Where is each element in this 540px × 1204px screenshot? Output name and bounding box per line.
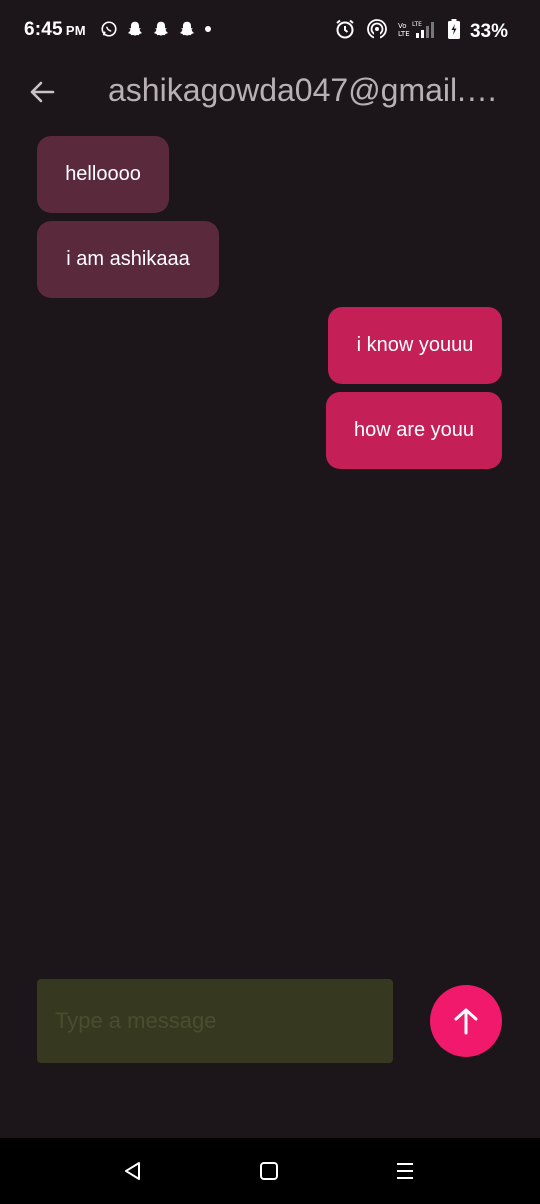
svg-text:Vo: Vo	[398, 22, 407, 30]
status-time: 6:45 PM	[24, 19, 86, 41]
nav-recents-button[interactable]	[390, 1156, 420, 1186]
message-bubble-received: i am ashikaaa	[37, 221, 219, 298]
send-button[interactable]	[430, 985, 502, 1057]
status-time-value: 6:45	[24, 19, 63, 40]
snapchat-icon	[152, 20, 170, 38]
battery-icon	[447, 19, 460, 44]
menu-lines-icon	[397, 1163, 413, 1179]
triangle-back-icon	[125, 1162, 140, 1180]
status-indicators: Vo LTE LTE 33%	[334, 18, 508, 45]
notification-icons	[100, 20, 212, 38]
volte-signal-icon: Vo LTE LTE	[398, 19, 438, 44]
nav-back-button[interactable]	[118, 1156, 148, 1186]
app-bar: ashikagowda047@gmail.com	[0, 60, 540, 122]
svg-text:LTE: LTE	[412, 21, 422, 28]
chat-title: ashikagowda047@gmail.com	[108, 72, 506, 108]
message-bubble-sent: how are youu	[326, 392, 502, 469]
message-bubble-received: helloooo	[37, 136, 169, 213]
arrow-up-icon	[454, 1008, 478, 1035]
status-bar: 6:45 PM Vo LTE LTE 33%	[0, 0, 540, 60]
snapchat-icon	[126, 20, 144, 38]
back-button[interactable]	[24, 74, 60, 110]
message-bubble-sent: i know youuu	[328, 307, 502, 384]
hotspot-icon	[366, 18, 388, 45]
whatsapp-icon	[100, 20, 118, 38]
battery-percentage: 33%	[469, 20, 508, 42]
square-home-icon	[260, 1162, 278, 1180]
arrow-left-icon	[30, 81, 55, 103]
snapchat-icon	[178, 20, 196, 38]
nav-home-button[interactable]	[254, 1156, 284, 1186]
more-notifications-dot-icon	[204, 20, 212, 38]
svg-text:LTE: LTE	[398, 30, 410, 38]
system-nav-bar	[0, 1138, 540, 1204]
status-time-ampm: PM	[65, 23, 86, 38]
alarm-icon	[334, 18, 356, 45]
message-input[interactable]	[37, 979, 393, 1063]
